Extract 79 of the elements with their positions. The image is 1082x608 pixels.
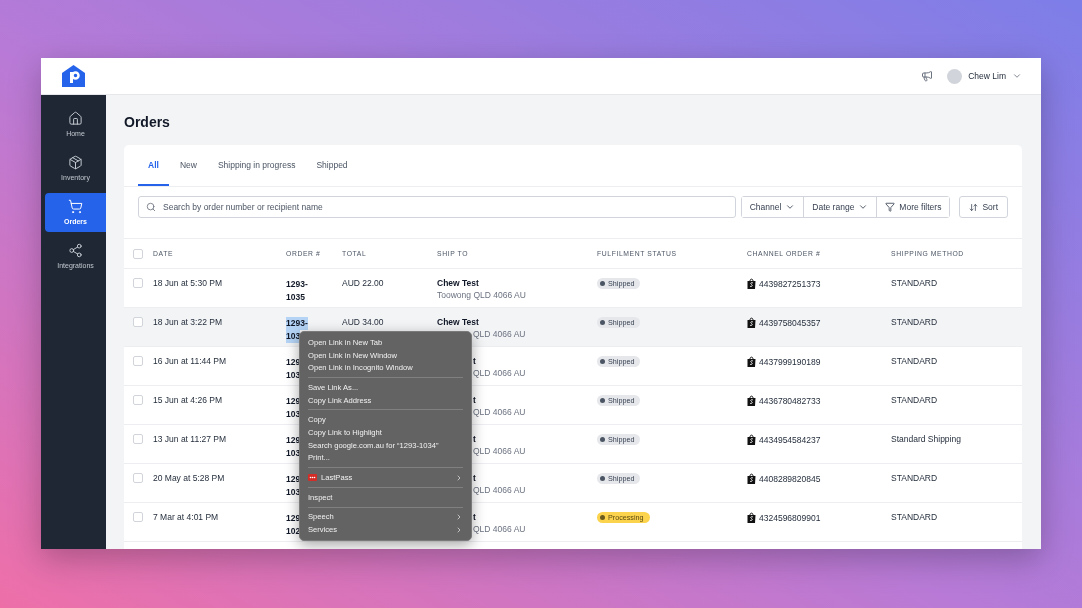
shopping-bag-icon [747,434,756,445]
package-icon [68,155,83,170]
share-icon [68,243,83,258]
tab[interactable]: All [138,145,169,186]
extension-icon [308,474,317,482]
avatar[interactable] [947,68,963,84]
recipient-name: t [473,473,476,483]
recipient-address: QLD 4066 AU [473,407,526,417]
megaphone-icon[interactable] [921,70,934,82]
total-cell-text: AUD 34.00 [342,317,385,327]
date-cell-text: 16 Jun at 11:44 PM [153,356,228,366]
recipient-name: t [473,434,476,444]
channel-order-number: 4439758045357 [759,317,821,328]
order-number-link[interactable]: 1035 [286,291,305,304]
shipping-method-cell-text: Standard Shipping [891,434,962,444]
page-title: Orders [124,114,171,130]
channel-order-number: 4437999190189 [759,356,821,367]
date-cell-text: 7 Mar at 4:01 PM [153,512,220,522]
sort-icon [969,202,979,212]
row-checkbox[interactable] [133,512,143,522]
recipient-name: Chew Test [437,317,479,327]
search-icon [146,202,156,212]
search-field[interactable]: Search by order number or recipient name [138,196,736,218]
tab[interactable]: Shipping in progress [207,145,306,186]
row-checkbox[interactable] [133,434,143,444]
date-cell-text: 13 Jun at 11:27 PM [153,434,228,444]
recipient-name: t [473,395,476,405]
recipient-name: Chew Test [437,278,479,288]
channel-order-number: 4324596809901 [759,512,821,523]
date-cell-text: 18 Jun at 3:22 PM [153,317,223,327]
shopping-bag-icon [747,278,756,289]
filter-button[interactable]: More filters [876,197,950,217]
row-checkbox[interactable] [133,395,143,405]
channel-order-number: 4436780482733 [759,395,821,406]
tab[interactable]: Shipped [306,145,358,186]
date-cell-text: 20 May at 5:28 PM [153,473,226,483]
recipient-address: QLD 4066 AU [473,329,526,339]
home-icon [68,111,83,126]
order-number-link[interactable]: 1293- [286,278,308,291]
date-cell-text: 15 Jun at 4:26 PM [153,395,223,405]
shopping-bag-icon [747,317,756,328]
shopping-cart-icon [68,199,83,214]
chevron-down-icon [785,202,796,212]
recipient-name: t [473,356,476,366]
shipping-method-cell-text: STANDARD [891,395,939,405]
recipient-address: QLD 4066 AU [473,446,526,456]
filter-icon [885,202,896,212]
select-all-checkbox[interactable] [133,248,143,259]
channel-order-number: 4408289820845 [759,473,821,484]
channel-order-number: 4434954584237 [759,434,821,445]
shipping-method-cell-text: STANDARD [891,356,939,366]
shopping-bag-icon [747,395,756,406]
date-cell-text: 18 Jun at 5:30 PM [153,278,223,288]
shipping-method-cell-text: STANDARD [891,278,939,288]
total-cell-text: AUD 22.00 [342,278,385,288]
shopping-bag-icon [747,512,756,523]
recipient-address: Toowong QLD 4066 AU [437,290,526,300]
recipient-address: QLD 4066 AU [473,368,526,378]
shipping-method-cell-text: STANDARD [891,473,939,483]
order-number-link[interactable]: 1293- [286,317,308,330]
tab[interactable]: New [169,145,207,186]
shipping-method-cell-text: STANDARD [891,512,939,522]
chevron-down-icon[interactable] [1012,71,1022,81]
recipient-name: t [473,512,476,522]
row-checkbox[interactable] [133,278,143,288]
row-checkbox[interactable] [133,473,143,483]
shopping-bag-icon [747,356,756,367]
chevron-right-icon [455,473,463,482]
chevron-down-icon [858,202,869,212]
row-checkbox[interactable] [133,356,143,366]
logo-icon [60,64,87,88]
recipient-address: QLD 4066 AU [473,524,526,534]
row-checkbox[interactable] [133,317,143,327]
sort-button[interactable]: Sort [959,196,1008,218]
shipping-method-cell-text: STANDARD [891,317,939,327]
shopping-bag-icon [747,473,756,484]
channel-order-number: 4439827251373 [759,278,821,289]
recipient-address: QLD 4066 AU [473,485,526,495]
user-name[interactable]: Chew Lim [968,71,1006,81]
